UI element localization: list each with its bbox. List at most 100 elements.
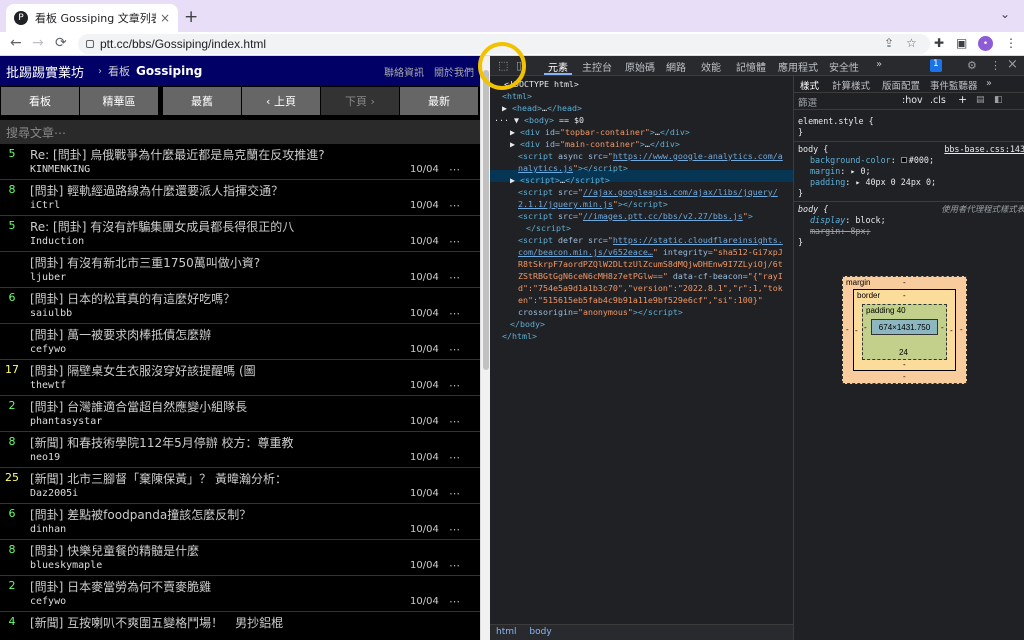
post-more-icon[interactable]: ⋯	[449, 379, 460, 392]
node-script-jquery-cont[interactable]: 2.1.1/jquery.min.js"></script>	[518, 198, 668, 210]
prev-page-button[interactable]: ‹ 上頁	[242, 87, 320, 115]
color-swatch-icon[interactable]	[900, 157, 907, 163]
post-more-icon[interactable]: ⋯	[449, 415, 460, 428]
post-row[interactable]: 2 [問卦] 日本麥當勞為何不賣麥脆雞 cefywo 10/04 ⋯	[0, 576, 480, 612]
node-html-close[interactable]: </html>	[502, 330, 537, 342]
rule1-prop-bg[interactable]: background-color: #000;	[810, 155, 1024, 166]
node-head[interactable]: ▶ <head>…</head>	[502, 102, 582, 114]
padding-bottom-value[interactable]: 24	[899, 348, 908, 357]
reload-icon[interactable]: ⟳	[55, 35, 67, 51]
settings-gear-icon[interactable]: ⚙	[967, 59, 977, 72]
box-model-content[interactable]: 674×1431.750	[871, 319, 938, 335]
browser-menu-icon[interactable]: ⋮	[1005, 36, 1017, 50]
node-body[interactable]: ··· ▼ <body> == $0	[494, 114, 584, 126]
node-script-cloudflare-5[interactable]: d":"754e5a9d1a1b3c70","version":"2022.8.…	[518, 282, 783, 294]
tab-memory[interactable]: 記憶體	[736, 59, 766, 74]
more-tabs-icon[interactable]: »	[876, 59, 882, 70]
devtools-close-icon[interactable]: ×	[1007, 57, 1018, 72]
styles-filter-input[interactable]: 篩選	[798, 95, 817, 109]
padding-label[interactable]: padding 40	[866, 306, 906, 315]
ptt-logo[interactable]: 批踢踢實業坊	[6, 62, 84, 81]
box-model-padding[interactable]: padding 40 24 - - 674×1431.750	[862, 304, 947, 360]
newest-button[interactable]: 最新	[400, 87, 478, 115]
hov-toggle[interactable]: :hov	[902, 95, 923, 106]
post-title-link[interactable]: [問卦] 台灣誰適合當超自然應變小組隊長	[30, 398, 247, 415]
post-title-link[interactable]: [問卦] 快樂兒童餐的精髓是什麼	[30, 542, 199, 559]
node-script-cloudflare-7[interactable]: crossorigin="anonymous"></script>	[518, 306, 683, 318]
post-title-link[interactable]: [問卦] 日本的松茸真的有這麼好吃嗎？	[30, 290, 235, 307]
post-row[interactable]: 6 [問卦] 日本的松茸真的有這麼好吃嗎？ saiulbb 10/04 ⋯	[0, 288, 480, 324]
node-script-jquery[interactable]: <script src="//ajax.googleapis.com/ajax/…	[518, 186, 778, 198]
tab-elements[interactable]: 元素	[544, 59, 572, 75]
issues-badge[interactable]: 1	[930, 59, 942, 72]
node-script-cloudflare-6[interactable]: en":"515615eb5fab4c9b91a11e9bf529e6cf","…	[518, 294, 763, 306]
rule1-source-link[interactable]: bbs-base.css:143	[944, 144, 1024, 155]
search-input[interactable]: 搜尋文章⋯	[0, 120, 480, 144]
node-script-collapsed[interactable]: ▶ <script>…</script>	[510, 174, 610, 186]
node-script-cloudflare-4[interactable]: ZStRBGtGgN6ceN6cMH8z7etPGlw==" data-cf-b…	[518, 270, 783, 282]
tab-close-icon[interactable]: ×	[160, 11, 170, 25]
tab-search-icon[interactable]: ⌄	[1000, 7, 1010, 21]
breadcrumb-html[interactable]: html	[496, 627, 517, 637]
post-more-icon[interactable]: ⋯	[449, 451, 460, 464]
tab-network[interactable]: 網路	[666, 59, 686, 74]
post-row[interactable]: 8 [問卦] 輕軌經過路線為什麼還要派人指揮交通？ iCtrl 10/04 ⋯	[0, 180, 480, 216]
rule1-selector[interactable]: body {bbs-base.css:143	[798, 144, 1024, 155]
box-model-border[interactable]: border - - - - padding 40 24 - - 674×143…	[853, 289, 956, 371]
border-left-value[interactable]: -	[855, 326, 858, 335]
post-more-icon[interactable]: ⋯	[449, 559, 460, 572]
new-tab-button[interactable]: +	[184, 7, 198, 27]
post-row[interactable]: 5 Re: [問卦] 有沒有詐騙集團女成員都長得很正的八 Induction 10/0…	[0, 216, 480, 252]
post-title-link[interactable]: [問卦] 差點被foodpanda撞該怎麼反制？	[30, 506, 251, 523]
tab-layout[interactable]: 版面配置	[882, 78, 920, 92]
post-row[interactable]: 2 [問卦] 台灣誰適合當超自然應變小組隊長 phantasystar 10/04 ⋯	[0, 396, 480, 432]
margin-top-value[interactable]: -	[903, 278, 906, 287]
node-main-container[interactable]: ▶ <div id="main-container">…</div>	[510, 138, 680, 150]
oldest-button[interactable]: 最舊	[163, 87, 241, 115]
board-name-link[interactable]: Gossiping	[136, 64, 202, 78]
node-script-bbs-close[interactable]: </script>	[526, 222, 571, 234]
forward-icon[interactable]: →	[32, 35, 44, 51]
computed-toggle-icon[interactable]: ▤	[976, 95, 985, 105]
margin-right-value[interactable]: -	[960, 325, 963, 334]
post-more-icon[interactable]: ⋯	[449, 307, 460, 320]
post-more-icon[interactable]: ⋯	[449, 271, 460, 284]
post-row[interactable]: 17 [問卦] 隔壁桌女生衣服沒穿好該提醒嗎 (圖 thewtf 10/04 ⋯	[0, 360, 480, 396]
tab-performance[interactable]: 效能	[701, 59, 721, 74]
board-button[interactable]: 看板	[1, 87, 79, 115]
node-body-close[interactable]: </body>	[510, 318, 545, 330]
node-script-cloudflare[interactable]: <script defer src="https://static.cloudf…	[518, 234, 783, 246]
side-panel-icon[interactable]: ▣	[956, 36, 967, 50]
node-script-cloudflare-3[interactable]: R8tSkrpF7aordPZQlW2DLtzUlZcumS8dMQjwDHEn…	[518, 258, 783, 270]
post-more-icon[interactable]: ⋯	[449, 235, 460, 248]
scroll-thumb[interactable]	[483, 70, 489, 370]
box-model-margin[interactable]: margin - - - - border - - - - padding 40…	[842, 276, 967, 384]
border-right-value[interactable]: -	[950, 326, 953, 335]
styles-more-tabs-icon[interactable]: »	[986, 78, 992, 89]
rule2-selector[interactable]: body {使用者代理程式樣式表	[798, 204, 1024, 215]
node-script-ga-cont[interactable]: nalytics.js"></script>	[518, 162, 628, 174]
post-more-icon[interactable]: ⋯	[449, 595, 460, 608]
margin-bottom-value[interactable]: -	[903, 372, 906, 381]
post-title-link[interactable]: [新聞] 和春技術學院112年5月停辦 校方：尊重教	[30, 434, 294, 451]
border-bottom-value[interactable]: -	[903, 360, 906, 369]
post-title-link[interactable]: [問卦] 日本麥當勞為何不賣麥脆雞	[30, 578, 211, 595]
node-html[interactable]: <html>	[502, 90, 532, 102]
back-icon[interactable]: ←	[10, 35, 22, 51]
tab-application[interactable]: 應用程式	[778, 59, 818, 74]
element-style-rule[interactable]: element.style {	[798, 116, 1024, 127]
post-title-link[interactable]: Re: [問卦] 烏俄戰爭為什麼最近都是烏克蘭在反攻推進?	[30, 146, 325, 163]
post-row[interactable]: [問卦] 有沒有新北市三重1750萬叫做小資? ljuber 10/04 ⋯	[0, 252, 480, 288]
node-script-bbs[interactable]: <script src="//images.ptt.cc/bbs/v2.27/b…	[518, 210, 753, 222]
margin-left-value[interactable]: -	[846, 325, 849, 334]
padding-right-value[interactable]: -	[941, 323, 944, 332]
post-title-link[interactable]: [問卦] 輕軌經過路線為什麼還要派人指揮交通？	[30, 182, 283, 199]
tab-event-listeners[interactable]: 事件監聽器	[930, 78, 978, 92]
post-title-link[interactable]: Re: [問卦] 有沒有詐騙集團女成員都長得很正的八	[30, 218, 294, 235]
new-rule-icon[interactable]: +	[958, 93, 967, 106]
post-title-link[interactable]: [問卦] 隔壁桌女生衣服沒穿好該提醒嗎 (圖	[30, 362, 256, 379]
node-script-cloudflare-2[interactable]: com/beacon.min.js/v652eace…" integrity="…	[518, 246, 783, 258]
digest-button[interactable]: 精華區	[80, 87, 158, 115]
node-script-ga[interactable]: <script async src="https://www.google-an…	[518, 150, 783, 162]
tab-console[interactable]: 主控台	[582, 59, 612, 74]
